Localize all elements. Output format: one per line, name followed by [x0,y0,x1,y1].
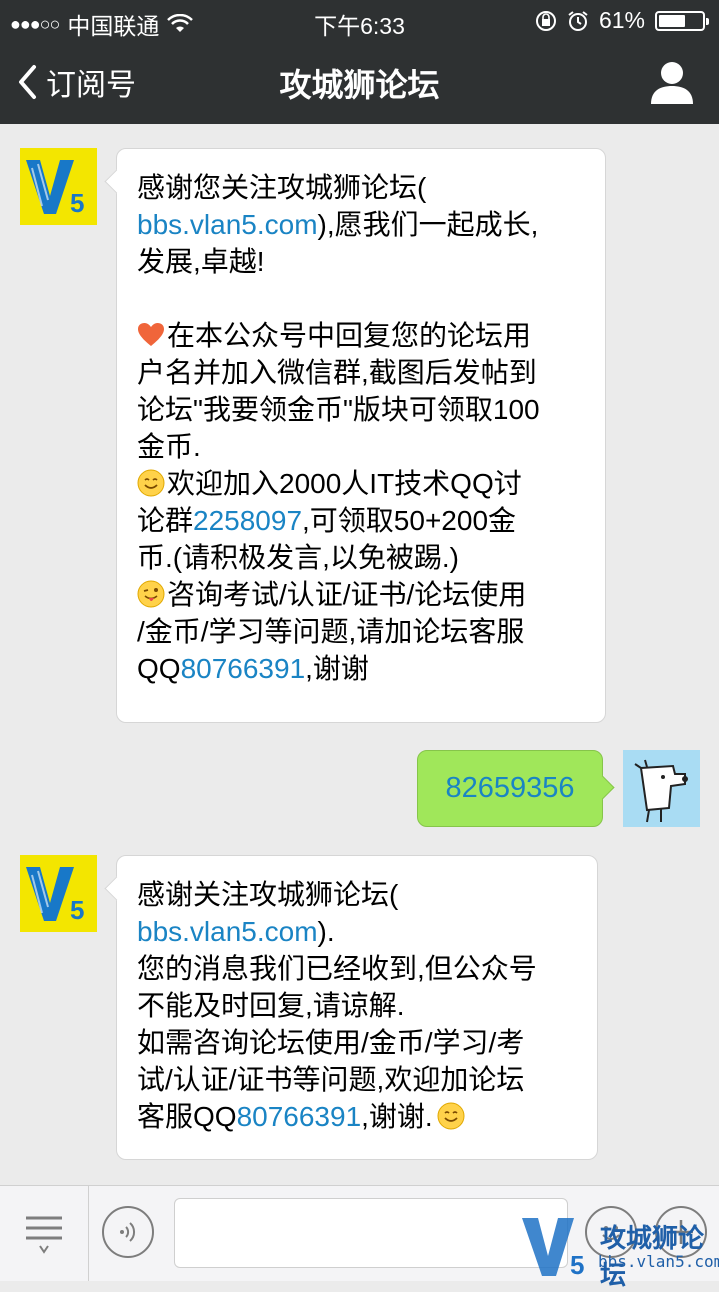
incoming-message-bubble[interactable]: 感谢关注攻城狮论坛( bbs.vlan5.com). 您的消息我们已经收到,但公… [116,855,598,1160]
svg-text:5: 5 [70,895,84,925]
message-text: 不能及时回复,请谅解. [137,990,405,1021]
message-text: 如需咨询论坛使用/金币/学习/考 [137,1027,525,1058]
input-toolbar [0,1185,719,1281]
qq-group-link[interactable]: 2258097 [193,505,302,536]
outgoing-message-bubble[interactable]: 82659356 [417,750,603,827]
navigation-bar: 订阅号 攻城狮论坛 [0,40,719,124]
message-text: ),愿我们一起成长, [317,209,539,240]
message-text: ,谢谢 [305,653,369,684]
qq-service-link[interactable]: 80766391 [181,653,306,684]
wink-tongue-emoji-icon [137,580,165,608]
wifi-icon [167,14,194,32]
incoming-message-bubble[interactable]: 感谢您关注攻城狮论坛( bbs.vlan5.com),愿我们一起成长, 发展,卓… [116,148,606,723]
menu-list-icon [26,1216,62,1254]
message-text: 币.(请积极发言,以免被踢.) [137,542,459,573]
message-text: 您的消息我们已经收到,但公众号 [137,953,537,984]
smile-emoji-icon [437,1102,465,1130]
official-account-avatar[interactable]: 5 [20,148,97,225]
signal-strength: ●●●○○ [10,13,60,34]
qq-service-link[interactable]: 80766391 [237,1101,362,1132]
message-text: 咨询考试/认证/证书/论坛使用 [167,579,527,610]
user-avatar[interactable] [623,750,700,827]
message-text: 在本公众号中回复您的论坛用 [167,320,532,351]
message-text: 欢迎加入2000人IT技术QQ讨 [167,468,522,499]
battery-fill [659,14,685,27]
message-text: 感谢关注攻城狮论坛( [137,879,399,910]
orientation-lock-icon [535,10,556,31]
voice-icon [120,1222,136,1242]
message-text: QQ [137,653,181,684]
official-account-avatar[interactable]: 5 [20,855,97,932]
back-label: 订阅号 [46,69,136,102]
person-icon[interactable] [649,60,695,104]
plus-icon [669,1220,693,1244]
more-button[interactable] [655,1206,707,1258]
message-text: /金币/学习等问题,请加论坛客服 [137,616,525,647]
message-text: 金币. [137,431,201,462]
message-text: ,谢谢. [361,1101,433,1132]
menu-toggle-button[interactable] [0,1186,89,1281]
voice-button[interactable] [102,1206,154,1258]
message-text: ,可领取50+200金 [302,505,517,536]
status-bar: ●●●○○ 中国联通 下午6:33 61% [0,0,719,40]
message-text: 论群 [137,505,194,536]
emoji-icon [602,1226,620,1240]
emoji-button[interactable] [585,1206,637,1258]
message-text: 客服QQ [137,1101,237,1132]
message-text: 发展,卓越! [137,246,265,277]
message-text: 论坛"我要领金币"版块可领取100 [137,394,540,425]
carrier-name: 中国联通 [67,13,160,39]
outgoing-message-text[interactable]: 82659356 [445,772,574,804]
chevron-left-icon [19,65,36,99]
alarm-icon [568,10,588,31]
battery-percent: 61% [598,7,645,33]
message-text: 户名并加入微信群,截图后发帖到 [137,357,537,388]
heart-emoji-icon [138,323,164,346]
back-button[interactable]: 订阅号 [16,60,136,104]
battery-icon [655,10,709,31]
message-input[interactable] [174,1198,568,1268]
forum-link[interactable]: bbs.vlan5.com [137,209,318,240]
smile-emoji-icon [137,469,165,497]
svg-text:5: 5 [70,188,84,218]
message-text: 试/认证/证书等问题,欢迎加论坛 [137,1064,525,1095]
forum-link[interactable]: bbs.vlan5.com [137,916,318,947]
message-text: ). [317,916,335,947]
message-text: 感谢您关注攻城狮论坛( [137,172,427,203]
